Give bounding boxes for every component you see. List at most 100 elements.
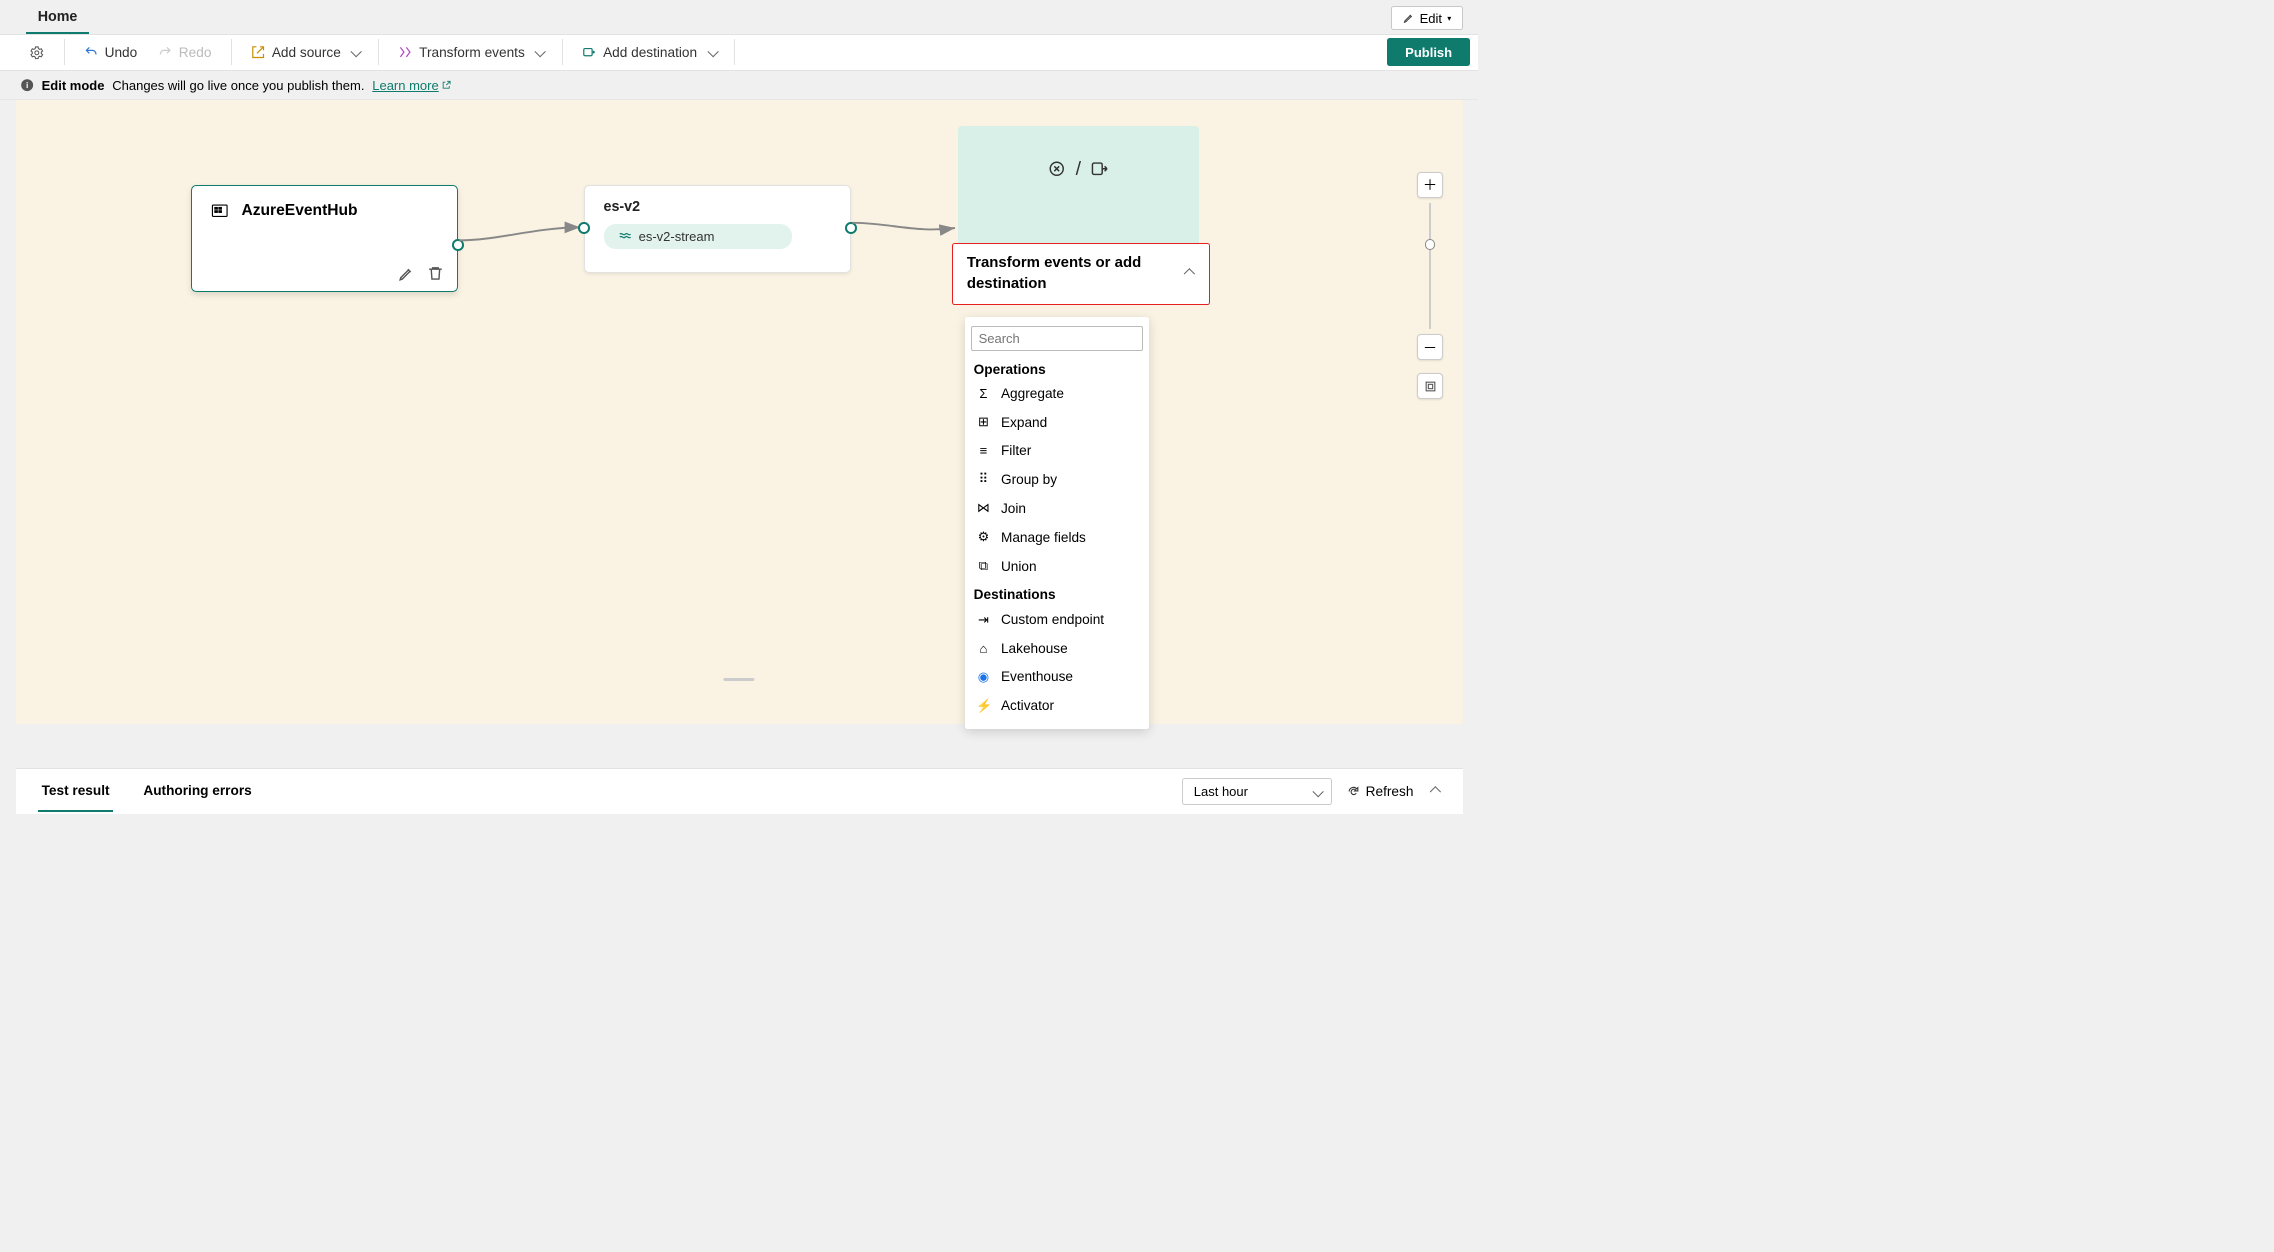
- pencil-icon: [1403, 12, 1415, 24]
- transform-icon: [398, 45, 412, 59]
- add-source-button[interactable]: Add source: [242, 40, 368, 65]
- fit-button[interactable]: [1417, 373, 1443, 399]
- info-bar: i Edit mode Changes will go live once yo…: [0, 71, 1478, 100]
- edit-button[interactable]: Edit ▾: [1391, 6, 1462, 31]
- node-stream-title: es-v2: [604, 199, 832, 215]
- activator-icon: ⚡: [976, 698, 990, 714]
- union-icon: ⧉: [976, 558, 990, 574]
- edit-label: Edit: [1420, 11, 1442, 26]
- lakehouse-icon: ⌂: [976, 641, 990, 656]
- port-out[interactable]: [452, 239, 464, 251]
- dropdown-menu: Operations Σ Aggregate ⊞ Expand ≡ Filter ⠿ G…: [965, 317, 1150, 729]
- bottom-panel: Test result Authoring errors Last hour R…: [16, 768, 1463, 814]
- item-label: Filter: [1001, 443, 1031, 458]
- tab-authoring-errors[interactable]: Authoring errors: [139, 771, 255, 811]
- node-source-title: AzureEventHub: [241, 202, 357, 220]
- settings-button[interactable]: [20, 40, 54, 66]
- sigma-icon: Σ: [976, 386, 990, 401]
- transform-button[interactable]: Transform events: [389, 40, 552, 65]
- menu-item-eventhouse[interactable]: ◉ Eventhouse: [965, 662, 1150, 691]
- stream-icon: [618, 230, 632, 244]
- gear-icon: [29, 45, 45, 61]
- item-label: Expand: [1001, 415, 1047, 430]
- item-label: Aggregate: [1001, 386, 1064, 401]
- join-icon: ⋈: [976, 500, 990, 516]
- port-in[interactable]: [578, 222, 590, 234]
- redo-label: Redo: [179, 45, 212, 60]
- menu-item-join[interactable]: ⋈ Join: [965, 494, 1150, 523]
- zoom-controls: ＋ －: [1417, 172, 1443, 399]
- item-label: Union: [1001, 559, 1037, 574]
- fields-icon: ⚙: [976, 529, 990, 545]
- filter-icon: ≡: [976, 443, 990, 458]
- fit-icon: [1424, 380, 1437, 393]
- transform-label: Transform events: [419, 45, 525, 60]
- item-label: Group by: [1001, 472, 1057, 487]
- info-mode: Edit mode: [42, 78, 105, 93]
- menu-group-operations: Operations: [965, 356, 1150, 380]
- dropdown-header[interactable]: Transform events or add destination: [952, 243, 1211, 305]
- zoom-out-button[interactable]: －: [1417, 334, 1443, 360]
- item-label: Manage fields: [1001, 530, 1086, 545]
- stream-chip[interactable]: es-v2-stream: [604, 224, 793, 249]
- undo-label: Undo: [105, 45, 138, 60]
- item-label: Lakehouse: [1001, 641, 1068, 656]
- connector-arrow: [458, 230, 588, 256]
- undo-button[interactable]: Undo: [75, 40, 147, 65]
- transform-icon: [1047, 159, 1067, 179]
- expand-icon: ⊞: [976, 414, 990, 430]
- refresh-button[interactable]: Refresh: [1347, 784, 1413, 799]
- search-input[interactable]: [971, 326, 1143, 351]
- menu-group-destinations: Destinations: [965, 581, 1150, 605]
- menu-item-groupby[interactable]: ⠿ Group by: [965, 465, 1150, 494]
- port-out[interactable]: [845, 222, 857, 234]
- menu-item-filter[interactable]: ≡ Filter: [965, 437, 1150, 465]
- edit-node-icon[interactable]: [398, 265, 415, 282]
- publish-button[interactable]: Publish: [1387, 38, 1470, 66]
- redo-icon: [158, 45, 172, 59]
- add-destination-button[interactable]: Add destination: [573, 40, 724, 65]
- add-destination-label: Add destination: [603, 45, 697, 60]
- menu-item-managefields[interactable]: ⚙ Manage fields: [965, 523, 1150, 552]
- node-stream[interactable]: es-v2 es-v2-stream: [584, 185, 851, 273]
- time-range-label: Last hour: [1194, 784, 1248, 799]
- zoom-in-button[interactable]: ＋: [1417, 172, 1443, 198]
- redo-button: Redo: [149, 40, 221, 65]
- item-label: Eventhouse: [1001, 669, 1073, 684]
- item-label: Join: [1001, 501, 1026, 516]
- add-source-label: Add source: [272, 45, 341, 60]
- caret-down-icon: ▾: [1447, 14, 1451, 23]
- menu-item-aggregate[interactable]: Σ Aggregate: [965, 380, 1150, 408]
- dropdown-title: Transform events or add destination: [967, 253, 1184, 295]
- chevron-down-icon: [347, 45, 358, 60]
- delete-node-icon[interactable]: [427, 265, 444, 282]
- expand-panel-icon[interactable]: [1429, 786, 1440, 797]
- tab-home[interactable]: Home: [26, 3, 89, 34]
- info-icon: i: [20, 78, 34, 92]
- eventhub-icon: [210, 201, 230, 221]
- zoom-slider[interactable]: [1429, 203, 1430, 329]
- canvas[interactable]: AzureEventHub es-v2 es-v2-stream: [16, 100, 1463, 724]
- menu-item-customendpoint[interactable]: ⇥Custom endpoint: [965, 605, 1150, 634]
- output-icon: [1090, 159, 1110, 179]
- external-link-icon: [441, 80, 451, 90]
- panel-resize-handle[interactable]: [723, 678, 754, 682]
- menu-item-activator[interactable]: ⚡Activator: [965, 691, 1150, 720]
- refresh-label: Refresh: [1366, 784, 1414, 799]
- eventhouse-icon: ◉: [976, 669, 990, 685]
- svg-text:i: i: [25, 80, 27, 90]
- tab-test-result[interactable]: Test result: [38, 771, 114, 811]
- menu-item-lakehouse[interactable]: ⌂ Lakehouse: [965, 634, 1150, 662]
- chevron-up-icon: [1184, 269, 1195, 280]
- zoom-thumb[interactable]: [1425, 239, 1435, 249]
- node-source[interactable]: AzureEventHub: [191, 185, 458, 292]
- group-icon: ⠿: [976, 471, 990, 487]
- learn-more-link[interactable]: Learn more: [372, 78, 451, 93]
- menu-item-union[interactable]: ⧉ Union: [965, 552, 1150, 581]
- toolbar: Undo Redo Add source Transform events Ad…: [0, 34, 1478, 72]
- destination-icon: [582, 45, 596, 59]
- menu-item-expand[interactable]: ⊞ Expand: [965, 408, 1150, 437]
- time-range-select[interactable]: Last hour: [1182, 778, 1332, 805]
- info-message: Changes will go live once you publish th…: [112, 78, 364, 93]
- tab-bar: Home Edit ▾: [0, 0, 1478, 34]
